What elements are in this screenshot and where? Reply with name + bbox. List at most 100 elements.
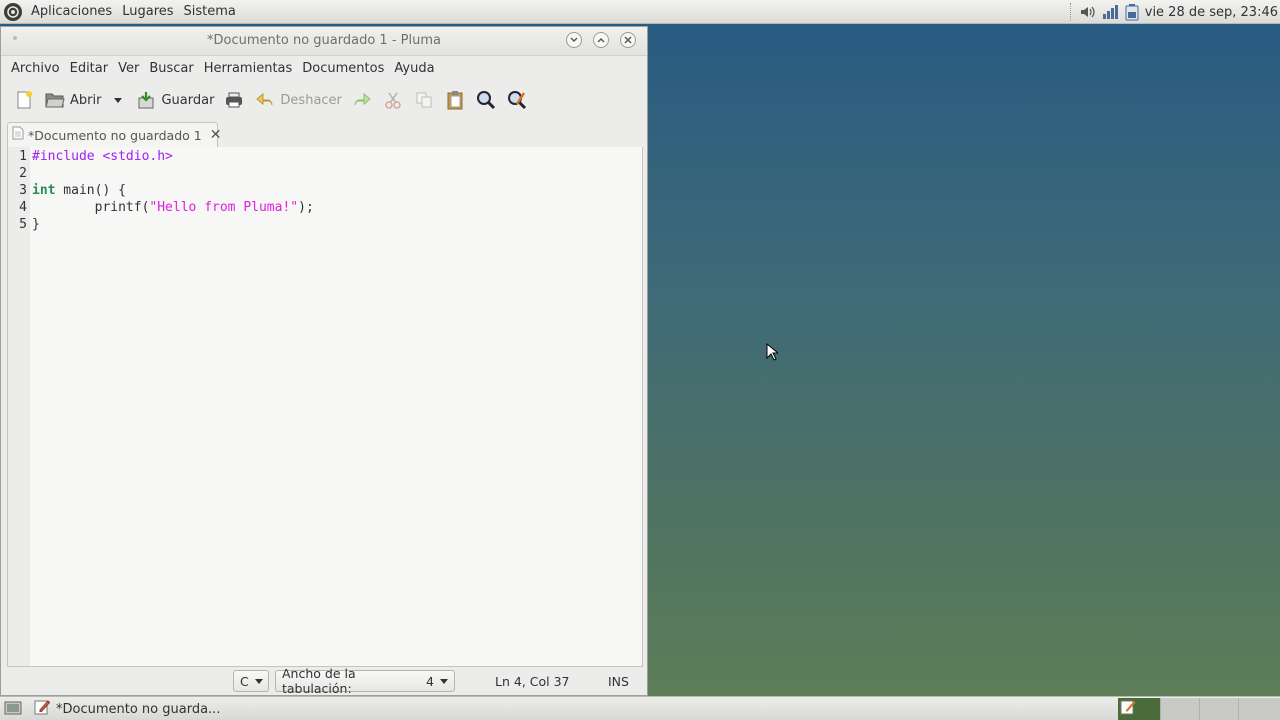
code-line: int main() { [32, 183, 126, 198]
menu-buscar[interactable]: Buscar [144, 61, 198, 76]
copy-icon [413, 89, 435, 111]
menu-herramientas[interactable]: Herramientas [199, 61, 298, 76]
print-button[interactable] [219, 84, 249, 116]
chevron-down-icon [114, 97, 123, 103]
redo-button[interactable] [347, 84, 377, 116]
tab-documento[interactable]: *Documento no guardado 1 ✕ [7, 122, 221, 147]
line-number: 3 [19, 183, 27, 198]
workspace-1[interactable] [1118, 698, 1160, 720]
open-label: Abrir [70, 92, 102, 108]
undo-label: Deshacer [280, 92, 342, 108]
menu-archivo[interactable]: Archivo [6, 61, 65, 76]
menu-documentos[interactable]: Documentos [297, 61, 389, 76]
tab-width-selector[interactable]: Ancho de la tabulación: 4 [275, 666, 455, 696]
code-text: main() { [55, 183, 126, 198]
line-number-gutter: 1 2 3 4 5 [8, 147, 30, 666]
workspace-3[interactable] [1199, 698, 1238, 720]
string-literal: "Hello from Pluma!" [149, 200, 299, 215]
open-recent-dropdown[interactable] [106, 84, 130, 116]
menu-ver[interactable]: Ver [113, 61, 144, 76]
close-tab-icon[interactable]: ✕ [210, 127, 222, 143]
line-number: 4 [19, 200, 27, 215]
code-line: printf("Hello from Pluma!"); [32, 200, 314, 215]
menu-lugares[interactable]: Lugares [117, 4, 178, 19]
code-text: } [32, 217, 40, 232]
paste-button[interactable] [440, 84, 470, 116]
new-document-button[interactable] [9, 84, 39, 116]
insert-mode: INS [608, 674, 629, 689]
code-text: ); [298, 200, 314, 215]
undo-arrow-icon [254, 89, 276, 111]
taskbar-item-label: *Documento no guarda... [56, 701, 221, 717]
search-icon [475, 89, 497, 111]
mouse-cursor-icon [766, 342, 780, 365]
close-window-button[interactable] [620, 32, 636, 48]
tab-width-label: Ancho de la tabulación: [282, 666, 356, 696]
tab-label: *Documento no guardado 1 [28, 127, 202, 143]
top-panel: Aplicaciones Lugares Sistema vie 28 de s… [0, 0, 1280, 24]
menu-editar[interactable]: Editar [65, 61, 114, 76]
editor-statusbar: C Ancho de la tabulación: 4 Ln 4, Col 37… [1, 666, 647, 696]
show-desktop-icon[interactable] [4, 700, 22, 720]
clipboard-paste-icon [444, 89, 466, 111]
replace-button[interactable] [502, 84, 532, 116]
find-replace-icon [506, 89, 528, 111]
folder-open-icon [44, 89, 66, 111]
save-label: Guardar [161, 92, 215, 108]
menubar: Archivo Editar Ver Buscar Herramientas D… [1, 56, 647, 80]
maximize-button[interactable] [593, 32, 609, 48]
text-editor[interactable]: 1 2 3 4 5 #include <stdio.h> int main() … [7, 147, 643, 667]
tab-width-value: 4 [426, 673, 434, 689]
line-number: 1 [19, 149, 27, 164]
language-selector[interactable]: C [233, 670, 269, 692]
menu-aplicaciones[interactable]: Aplicaciones [26, 4, 117, 19]
cut-button[interactable] [378, 84, 408, 116]
taskbar-item-pluma[interactable]: *Documento no guarda... [34, 698, 220, 720]
redo-arrow-icon [351, 89, 373, 111]
cursor-position: Ln 4, Col 37 [495, 674, 570, 689]
open-button[interactable]: Abrir [40, 84, 105, 116]
chevron-down-icon [254, 678, 263, 684]
scissors-icon [382, 89, 404, 111]
window-titlebar[interactable]: *Documento no guardado 1 - Pluma [1, 27, 647, 56]
menu-ayuda[interactable]: Ayuda [389, 61, 439, 76]
menu-sistema[interactable]: Sistema [179, 4, 241, 19]
close-icon [624, 36, 632, 44]
bottom-panel: *Documento no guarda... [0, 696, 1280, 720]
find-button[interactable] [471, 84, 501, 116]
save-button[interactable]: Guardar [131, 84, 218, 116]
code-text: printf( [32, 200, 150, 215]
pluma-window: *Documento no guardado 1 - Pluma Archivo… [0, 26, 648, 696]
code-line: #include <stdio.h> [32, 149, 173, 164]
workspace-2[interactable] [1160, 698, 1199, 720]
text-file-icon [12, 126, 24, 144]
new-document-icon [13, 89, 35, 111]
chevron-down-icon [440, 678, 448, 684]
line-number: 5 [19, 217, 27, 232]
language-value: C [240, 673, 249, 689]
line-number: 2 [19, 166, 27, 181]
toolbar: Abrir Guardar Deshacer [1, 80, 647, 120]
tray-separator [1069, 3, 1073, 21]
printer-icon [223, 89, 245, 111]
chevron-up-icon [597, 38, 605, 43]
save-icon [135, 89, 157, 111]
pluma-mini-icon [1120, 699, 1136, 719]
undo-button[interactable]: Deshacer [250, 84, 345, 116]
code-line: } [32, 217, 40, 232]
clock[interactable]: vie 28 de sep, 23:46 [1143, 5, 1280, 20]
minimize-button[interactable] [566, 32, 582, 48]
chevron-down-icon [570, 37, 578, 42]
battery-icon[interactable] [1123, 3, 1141, 21]
document-tabbar: *Documento no guardado 1 ✕ [7, 121, 643, 148]
copy-button[interactable] [409, 84, 439, 116]
keyword-int: int [32, 183, 56, 198]
preprocessor-directive: #include <stdio.h> [32, 149, 173, 164]
system-tray: vie 28 de sep, 23:46 [1069, 0, 1280, 24]
workspace-4[interactable] [1238, 698, 1280, 720]
network-signal-icon[interactable] [1101, 3, 1119, 21]
text-editor-icon [34, 699, 51, 719]
window-title: *Documento no guardado 1 - Pluma [207, 33, 441, 48]
volume-icon[interactable] [1079, 3, 1097, 21]
mate-logo-icon[interactable] [4, 2, 22, 21]
